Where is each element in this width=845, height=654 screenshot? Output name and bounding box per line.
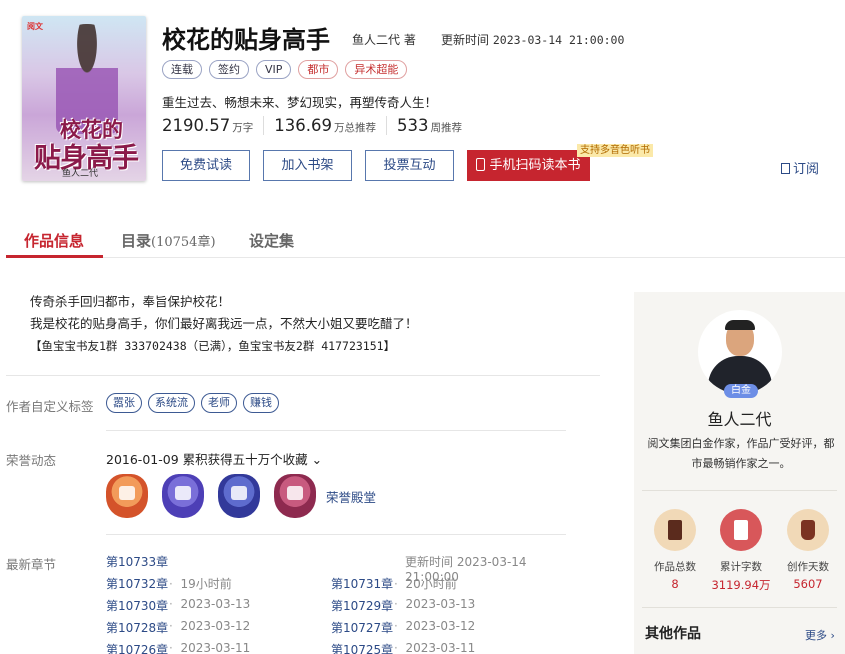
divider — [642, 490, 837, 491]
custom-tags: 嚣张 系统流 老师 赚钱 — [106, 393, 279, 413]
chapter-row: 第10730章 · 2023-03-13 第10729章 · 2023-03-1… — [106, 597, 476, 614]
subscribe-label: 订阅 — [793, 162, 820, 177]
chapter-time: 2023-03-12 — [180, 619, 251, 633]
tab-catalog-count: (10754章) — [151, 235, 216, 250]
chapter-time: 2023-03-13 — [405, 597, 476, 611]
stat-days: 创作天数 5607 — [778, 509, 838, 591]
latest-chapters: 第10733章 更新时间 2023-03-14 21:00:00 第10732章… — [106, 553, 568, 654]
update-time: 更新时间 2023-03-14 21:00:00 — [441, 31, 624, 48]
stat-total-recommend: 136.69 万总推荐 — [263, 116, 386, 135]
chapter-link[interactable]: 第10725章 — [331, 641, 393, 654]
other-works-title: 其他作品 — [645, 626, 701, 642]
honor-badge-icon[interactable] — [162, 474, 204, 518]
tab-catalog[interactable]: 目录(10754章) — [121, 230, 216, 251]
desc-line-3: 【鱼宝宝书友1群 333702438（已满），鱼宝宝书友2群 417723151… — [30, 339, 396, 353]
action-buttons: 免费试读 加入书架 投票互动 手机扫码读本书 — [162, 150, 590, 181]
document-icon — [720, 509, 762, 551]
chapter-row: 第10733章 更新时间 2023-03-14 21:00:00 — [106, 553, 568, 584]
cover-brand: 阅文 — [27, 22, 43, 31]
chapter-row: 第10726章 · 2023-03-11 第10725章 · 2023-03-1… — [106, 641, 568, 654]
chapter-link[interactable]: 第10731章 — [331, 575, 393, 592]
add-shelf-button[interactable]: 加入书架 — [263, 150, 352, 181]
author-level-badge: 白金 — [724, 384, 758, 398]
honor-label: 荣誉动态 — [6, 453, 57, 468]
honor-hall-link[interactable]: 荣誉殿堂 — [326, 487, 376, 506]
honor-badge-icon[interactable] — [106, 474, 148, 518]
chapter-time: 20小时前 — [405, 577, 457, 591]
free-read-button[interactable]: 免费试读 — [162, 150, 250, 181]
chapter-row: 第10728章 · 2023-03-12 第10727章 · 2023-03-1… — [106, 619, 476, 636]
desc-line-2: 我是校花的贴身高手，你们最好离我远一点，不然大小姐又要吃醋了！ — [30, 316, 418, 331]
update-label: 更新时间 — [441, 33, 490, 47]
divider — [6, 375, 600, 376]
honor-badge-icon[interactable] — [274, 474, 316, 518]
divider — [106, 430, 566, 431]
custom-tag[interactable]: 赚钱 — [243, 393, 279, 413]
chapter-link[interactable]: 第10726章 — [106, 641, 168, 654]
honor-badge-icon[interactable] — [218, 474, 260, 518]
cup-icon — [787, 509, 829, 551]
vote-button[interactable]: 投票互动 — [365, 150, 454, 181]
chapter-time: 2023-03-11 — [405, 641, 476, 654]
book-author[interactable]: 鱼人二代 著 — [352, 31, 416, 48]
custom-tag[interactable]: 嚣张 — [106, 393, 142, 413]
chapter-link[interactable]: 第10730章 — [106, 597, 168, 614]
book-intro: 重生过去、畅想未来、梦幻现实，再塑传奇人生！ — [162, 95, 438, 110]
author-name[interactable]: 鱼人二代 — [634, 406, 845, 430]
update-value: 2023-03-14 21:00:00 — [492, 33, 625, 47]
custom-tag[interactable]: 系统流 — [148, 393, 195, 413]
tag-category[interactable]: 都市 — [298, 60, 339, 79]
scan-read-button[interactable]: 手机扫码读本书 — [467, 150, 590, 181]
chapter-time: 2023-03-12 — [405, 619, 476, 633]
divider — [642, 607, 837, 608]
stat-words: 累计字数 3119.94万 — [711, 509, 771, 593]
document-icon — [781, 163, 790, 174]
book-tags: 连载 签约 VIP 都市 异术超能 — [162, 60, 408, 79]
custom-tags-label: 作者自定义标签 — [6, 399, 94, 414]
chapter-link[interactable]: 第10729章 — [331, 597, 393, 614]
desc-line-1: 传奇杀手回归都市，奉旨保护校花！ — [30, 294, 231, 309]
stat-works: 作品总数 8 — [645, 509, 705, 591]
more-link[interactable]: 更多 › — [805, 627, 835, 643]
book-cover[interactable]: 阅文 校花的 贴身高手 鱼人二代 — [22, 16, 146, 181]
active-tab-indicator — [6, 255, 103, 258]
custom-tag[interactable]: 老师 — [201, 393, 237, 413]
chapter-link[interactable]: 第10727章 — [331, 619, 393, 636]
chapter-link[interactable]: 第10728章 — [106, 619, 168, 636]
chapter-time: 2023-03-13 — [180, 597, 251, 611]
book-description: 传奇杀手回归都市，奉旨保护校花！ 我是校花的贴身高手，你们最好离我远一点，不然大… — [30, 291, 418, 357]
tab-bar: 作品信息 目录(10754章) 设定集 — [6, 224, 845, 258]
chapter-time: 19小时前 — [180, 577, 232, 591]
book-stats: 2190.57 万字 136.69 万总推荐 533 周推荐 — [162, 116, 472, 135]
chapter-link[interactable]: 第10733章 — [106, 553, 168, 570]
tab-settings[interactable]: 设定集 — [249, 230, 294, 251]
author-avatar[interactable] — [698, 310, 782, 394]
tag-serial: 连载 — [162, 60, 202, 79]
honor-latest[interactable]: 2016-01-09 累积获得五十万个收藏 ⌄ — [106, 449, 322, 468]
book-title: 校花的贴身高手 — [162, 26, 330, 54]
cover-author: 鱼人二代 — [62, 169, 99, 179]
stat-word-count: 2190.57 万字 — [162, 116, 254, 135]
author-bio: 阅文集团白金作家，作品广受好评，都市最畅销作家之一。 — [647, 437, 835, 470]
tab-catalog-label: 目录 — [121, 232, 152, 250]
audio-promo-badge: 支持多音色听书 — [577, 144, 653, 157]
tag-signed: 签约 — [209, 60, 249, 79]
chapter-row: 第10732章 · 19小时前 第10731章 · 20小时前 — [106, 575, 457, 592]
scan-read-label: 手机扫码读本书 — [489, 158, 581, 173]
stat-week-recommend: 533 周推荐 — [385, 116, 472, 135]
honor-badges: 荣誉殿堂 — [106, 474, 376, 518]
tab-info[interactable]: 作品信息 — [24, 230, 84, 251]
tag-vip: VIP — [256, 60, 292, 79]
divider — [106, 534, 566, 535]
tag-subcategory[interactable]: 异术超能 — [345, 60, 408, 79]
phone-icon — [476, 158, 486, 171]
chapter-link[interactable]: 第10732章 — [106, 575, 168, 592]
book-icon — [654, 509, 696, 551]
subscribe-link[interactable]: 订阅 — [781, 158, 819, 177]
author-card: 白金 鱼人二代 阅文集团白金作家，作品广受好评，都市最畅销作家之一。 作品总数 … — [634, 292, 845, 654]
chapter-time: 2023-03-11 — [180, 641, 251, 654]
latest-chapters-label: 最新章节 — [6, 557, 57, 572]
